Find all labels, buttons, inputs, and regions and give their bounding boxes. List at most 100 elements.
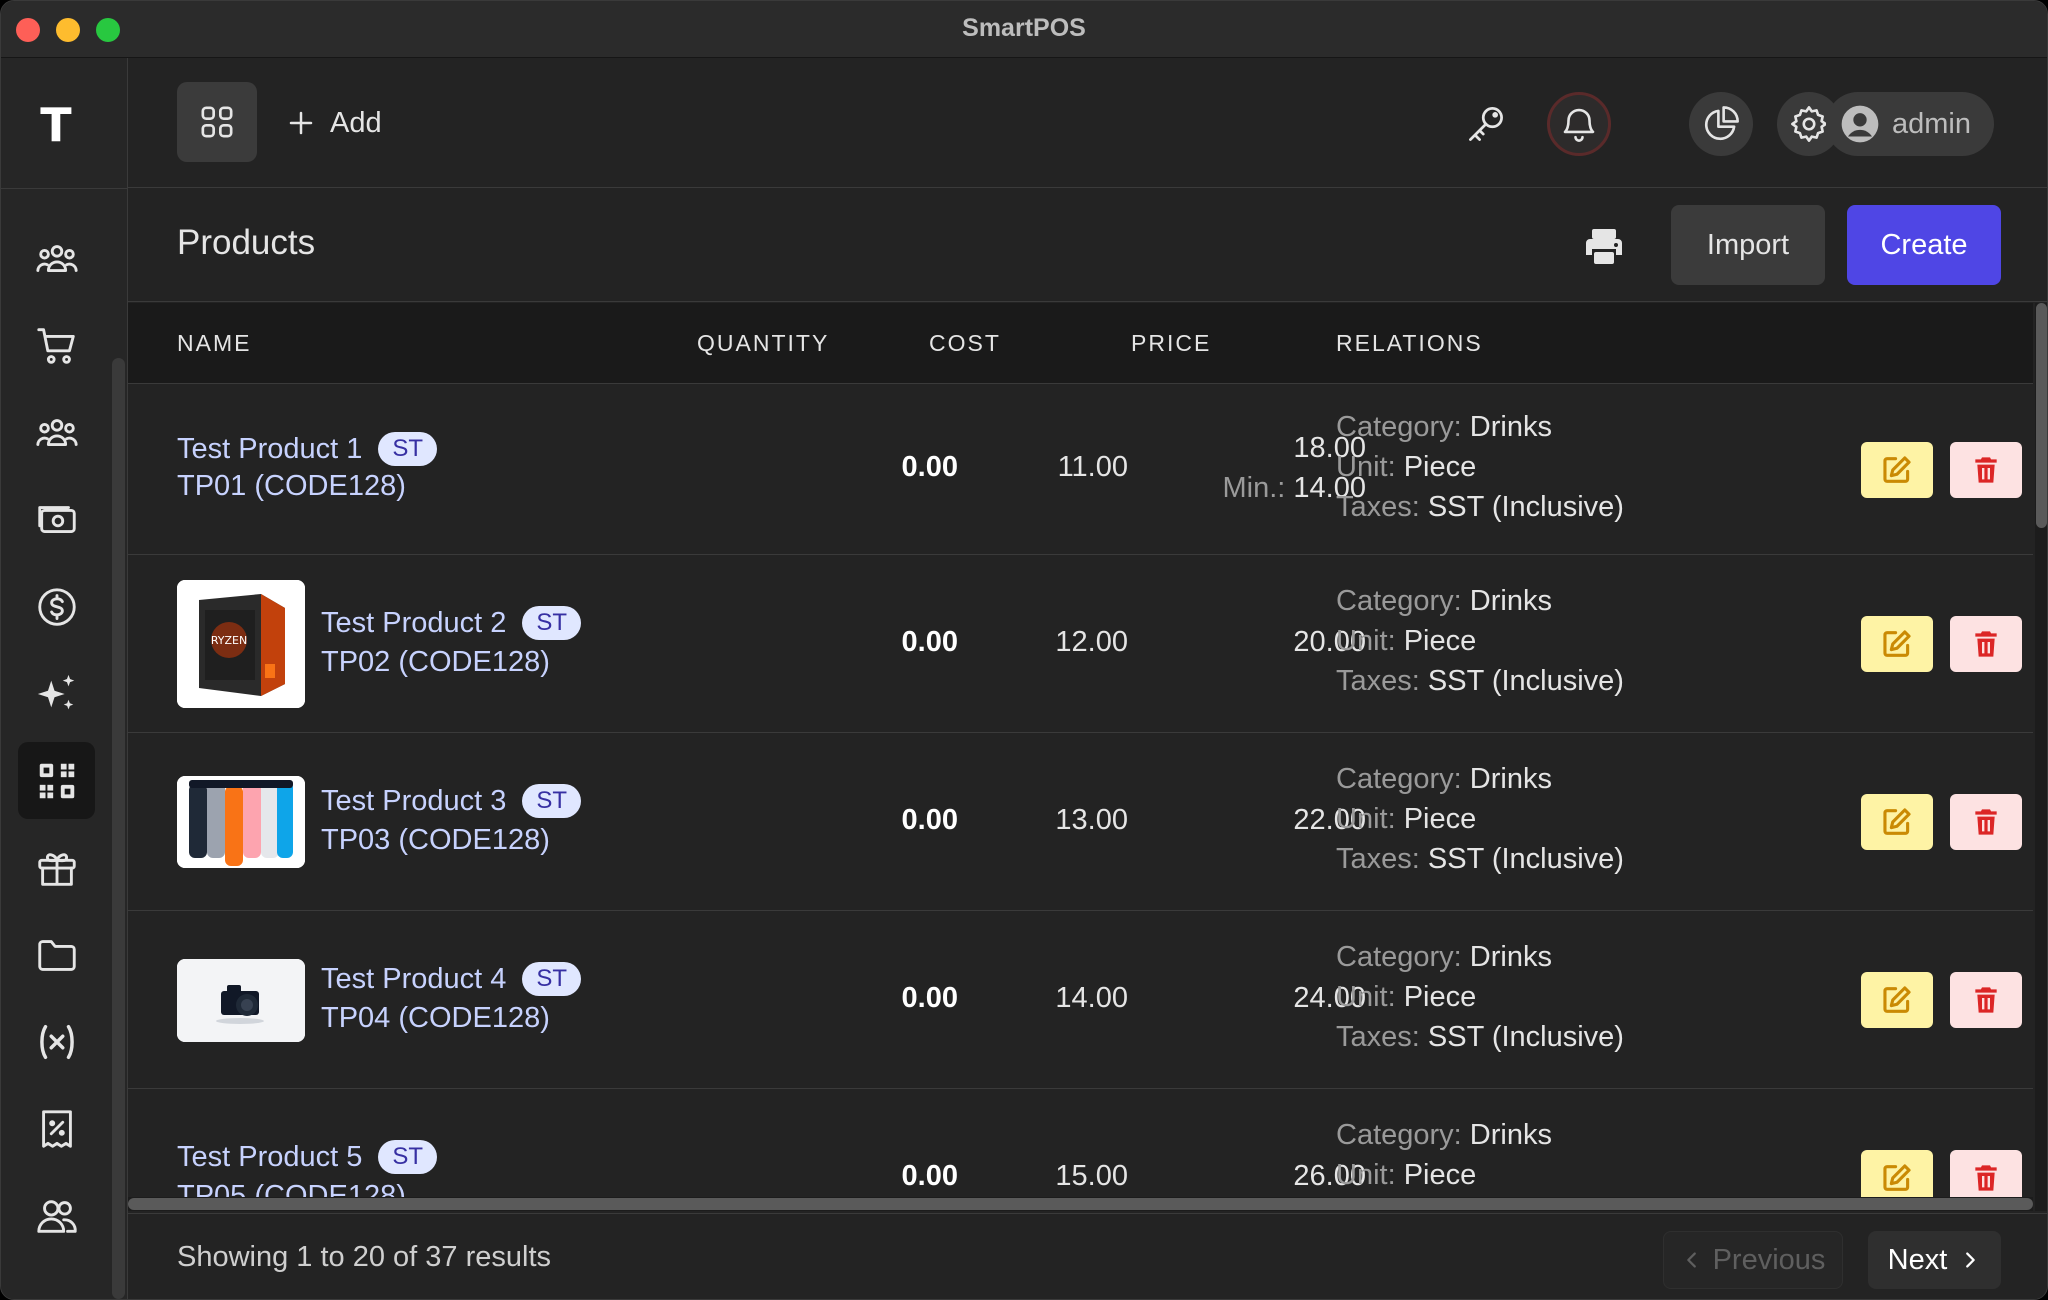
product-relations: Category: Drinks Unit: Piece Taxes: SST … xyxy=(1336,937,1624,1057)
delete-button[interactable] xyxy=(1950,972,2022,1028)
sidebar: T xyxy=(1,58,128,1299)
product-cost: 13.00 xyxy=(1055,804,1128,836)
product-name-link[interactable]: Test Product 3 ST xyxy=(321,784,582,818)
edit-icon xyxy=(1883,808,1911,835)
user-menu-button[interactable]: admin xyxy=(1826,92,1994,156)
product-image xyxy=(177,959,305,1042)
min-price-label: Min.: xyxy=(1222,472,1286,504)
product-code: TP01 (CODE128) xyxy=(177,470,406,502)
sidebar-item-customers[interactable] xyxy=(18,394,95,471)
relation-taxes: Taxes: SST (Inclusive) xyxy=(1336,839,1624,879)
sidebar-scrollbar[interactable] xyxy=(112,358,125,1299)
notifications-button[interactable] xyxy=(1547,92,1611,156)
top-bar: Add admin xyxy=(128,58,2047,188)
column-header-price[interactable]: PRICE xyxy=(1131,330,1211,357)
sidebar-item-sales[interactable] xyxy=(18,307,95,384)
delete-button[interactable] xyxy=(1950,616,2022,672)
product-name: Test Product 4 xyxy=(321,962,507,995)
trash-icon xyxy=(1975,457,1997,483)
category-label: Category: xyxy=(1336,941,1462,973)
add-button[interactable]: Add xyxy=(286,100,382,146)
horizontal-scrollbar[interactable] xyxy=(128,1197,2033,1211)
next-label: Next xyxy=(1887,1243,1948,1276)
sidebar-item-staff[interactable] xyxy=(18,1177,95,1254)
next-page-button[interactable]: Next xyxy=(1868,1231,2001,1289)
table-row: Test Product 5 ST TP05 (CODE128) 0.00 15… xyxy=(128,1090,2033,1211)
relation-unit: Unit: Piece xyxy=(1336,799,1624,839)
column-header-name[interactable]: NAME xyxy=(177,330,251,357)
apps-grid-button[interactable] xyxy=(177,82,257,162)
taxes-value: SST (Inclusive) xyxy=(1427,491,1624,523)
sidebar-item-products[interactable] xyxy=(18,742,95,819)
product-type-badge: ST xyxy=(378,432,438,466)
table-row: Test Product 3 ST TP03 (CODE128) 0.00 13… xyxy=(128,734,2033,911)
product-relations: Category: Drinks Unit: Piece xyxy=(1336,1115,1552,1195)
delete-button[interactable] xyxy=(1950,442,2022,498)
taxes-value: SST (Inclusive) xyxy=(1427,665,1624,697)
relation-unit: Unit: Piece xyxy=(1336,977,1624,1017)
product-image: RYZEN xyxy=(177,580,305,708)
variable-icon xyxy=(39,1024,74,1059)
previous-page-button[interactable]: Previous xyxy=(1663,1231,1843,1289)
category-value: Drinks xyxy=(1469,1119,1552,1151)
chevron-right-icon xyxy=(1966,1252,1976,1268)
relation-category: Category: Drinks xyxy=(1336,1115,1552,1155)
relation-category: Category: Drinks xyxy=(1336,581,1624,621)
product-name-link[interactable]: Test Product 4 ST xyxy=(321,962,582,996)
import-button[interactable]: Import xyxy=(1671,205,1825,285)
gear-icon xyxy=(1791,106,1827,142)
edit-button[interactable] xyxy=(1861,442,1933,498)
product-name-link[interactable]: Test Product 5 ST xyxy=(177,1140,438,1174)
sidebar-item-payments[interactable] xyxy=(18,568,95,645)
product-code: TP03 (CODE128) xyxy=(321,824,550,856)
sidebar-item-files[interactable] xyxy=(18,916,95,993)
vertical-scroll-thumb[interactable] xyxy=(2036,303,2047,528)
qr-code-icon xyxy=(39,763,74,798)
sidebar-item-variables[interactable] xyxy=(18,1003,95,1080)
product-name-link[interactable]: Test Product 2 ST xyxy=(321,606,582,640)
user-name: admin xyxy=(1892,107,1971,140)
bottles-image xyxy=(177,776,305,868)
pagination-footer: Showing 1 to 20 of 37 results Previous N… xyxy=(128,1213,2047,1299)
products-table: NAME QUANTITY COST PRICE RELATIONS Test … xyxy=(128,303,2033,1211)
create-button[interactable]: Create xyxy=(1847,205,2001,285)
reports-button[interactable] xyxy=(1689,92,1753,156)
column-header-cost[interactable]: COST xyxy=(929,330,1001,357)
add-label: Add xyxy=(330,106,382,139)
key-button[interactable] xyxy=(1454,92,1518,156)
product-name: Test Product 2 xyxy=(321,606,507,639)
edit-button[interactable] xyxy=(1861,972,1933,1028)
sidebar-item-taxes[interactable] xyxy=(18,1090,95,1167)
dollar-icon xyxy=(37,587,76,626)
folder-icon xyxy=(37,939,76,971)
sidebar-item-gifts[interactable] xyxy=(18,829,95,906)
sidebar-item-promotions[interactable] xyxy=(18,655,95,732)
edit-button[interactable] xyxy=(1861,616,1933,672)
column-header-quantity[interactable]: QUANTITY xyxy=(697,330,829,357)
column-header-relations[interactable]: RELATIONS xyxy=(1336,330,1483,357)
title-bar: SmartPOS xyxy=(1,1,2047,58)
receipt-percent-icon xyxy=(41,1109,72,1148)
vertical-scrollbar[interactable] xyxy=(2035,303,2047,1211)
sidebar-item-cash[interactable] xyxy=(18,481,95,558)
edit-button[interactable] xyxy=(1861,794,1933,850)
print-icon[interactable] xyxy=(1580,223,1628,271)
app-logo[interactable]: T xyxy=(1,98,111,152)
horizontal-scroll-thumb[interactable] xyxy=(128,1198,2033,1210)
category-value: Drinks xyxy=(1469,941,1552,973)
relation-unit: Unit: Piece xyxy=(1336,447,1624,487)
table-row: RYZEN Test Product 2 ST TP02 (CODE128) 0… xyxy=(128,556,2033,733)
sidebar-item-users[interactable] xyxy=(18,220,95,297)
product-name-link[interactable]: Test Product 1 ST xyxy=(177,432,438,466)
results-summary: Showing 1 to 20 of 37 results xyxy=(177,1241,552,1273)
customers-icon xyxy=(35,418,78,446)
product-relations: Category: Drinks Unit: Piece Taxes: SST … xyxy=(1336,759,1624,879)
trash-icon xyxy=(1975,987,1997,1013)
unit-value: Piece xyxy=(1403,803,1477,835)
product-name: Test Product 1 xyxy=(177,432,363,465)
delete-button[interactable] xyxy=(1950,794,2022,850)
product-cost: 12.00 xyxy=(1055,626,1128,658)
product-type-badge: ST xyxy=(522,606,582,640)
product-code: TP04 (CODE128) xyxy=(321,1002,550,1034)
pie-chart-icon xyxy=(1705,106,1739,140)
